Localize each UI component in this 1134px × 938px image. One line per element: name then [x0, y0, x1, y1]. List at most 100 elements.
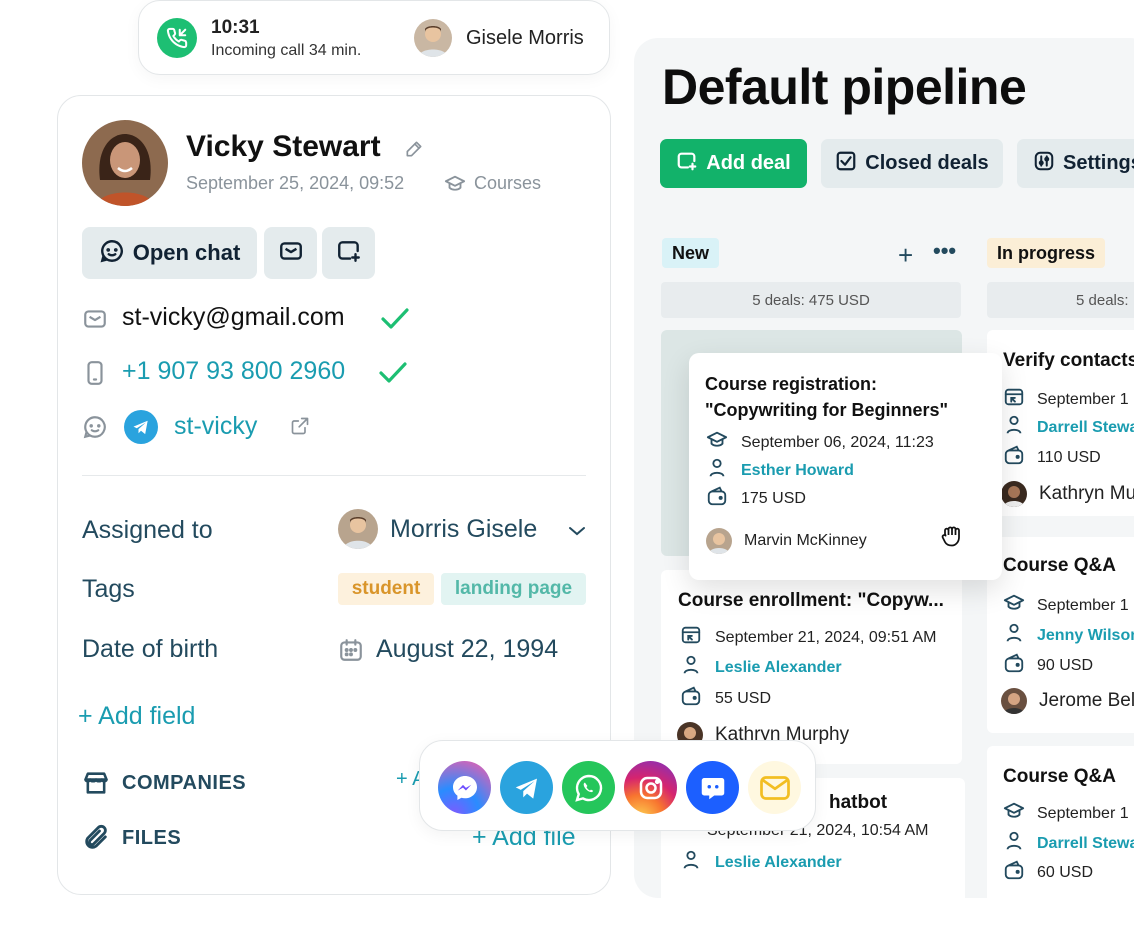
add-deal-button[interactable]: Add deal [660, 139, 807, 188]
deal-amount-row: 90 USD [1003, 652, 1093, 679]
telegram-handle[interactable]: st-vicky [174, 412, 257, 441]
caller-name: Gisele Morris [466, 27, 584, 49]
assignee-select[interactable]: Morris Gisele [390, 515, 537, 544]
open-chat-label: Open chat [132, 240, 241, 265]
deal-owner: Jerome Bell [1039, 690, 1134, 711]
contact-created-date: September 25, 2024, 09:52 [186, 173, 405, 193]
deal-contact-row: Jenny Wilson [1003, 622, 1134, 649]
messenger-bar [419, 740, 816, 831]
edit-pencil-icon[interactable] [404, 139, 424, 164]
contact-name: Vicky Stewart [186, 130, 381, 163]
deal-amount-row: 110 USD [1003, 444, 1101, 471]
stage-menu-icon[interactable]: ••• [933, 238, 956, 264]
chat-bubble-icon [99, 238, 125, 269]
files-section-title: FILES [122, 827, 182, 849]
deal-date: September 1 [1037, 596, 1129, 614]
deal-title: Course registration: "Copywriting for Be… [705, 371, 948, 423]
deal-contact-link[interactable]: Leslie Alexander [715, 854, 842, 872]
deal-title-line: "Copywriting for Beginners" [705, 400, 949, 420]
pipeline-settings-button[interactable]: Settings [1017, 139, 1134, 188]
deal-title: Course enrollment: "Copyw... [678, 590, 944, 611]
contact-email[interactable]: st-vicky@gmail.com [122, 303, 345, 332]
assign-arrow-icon [1003, 386, 1025, 413]
external-link-icon[interactable] [290, 416, 310, 441]
wallet-icon [679, 685, 703, 712]
envelope-icon [82, 306, 108, 337]
grab-hand-icon [938, 521, 966, 554]
deal-date: September 21, 2024, 09:51 AM [715, 628, 937, 646]
messenger-icon[interactable] [438, 761, 491, 814]
deal-card[interactable]: Course enrollment: "Copyw... September 2… [661, 570, 962, 764]
deal-title-line: Course registration: [705, 374, 878, 394]
person-icon [1003, 830, 1025, 857]
deal-date-row: September 1 [1003, 592, 1129, 619]
telegram-icon[interactable] [500, 761, 553, 814]
chevron-down-icon[interactable] [568, 524, 586, 542]
wallet-icon [1003, 859, 1025, 886]
verified-check-icon [380, 306, 410, 337]
stage-new-summary: 5 deals: 475 USD [661, 282, 961, 318]
deal-date: September 1 [1037, 804, 1129, 822]
owner-avatar [706, 528, 732, 554]
graduation-cap-icon [1003, 800, 1025, 827]
deal-card[interactable]: Verify contacts September 1 Darrell Stew… [987, 330, 1134, 516]
person-icon [1003, 414, 1025, 441]
dragged-deal-card[interactable]: Course registration: "Copywriting for Be… [689, 353, 1002, 580]
date-of-birth-value[interactable]: August 22, 1994 [376, 635, 558, 664]
deal-contact-row: Darrell Stewa [1003, 830, 1134, 857]
deal-contact-link[interactable]: Darrell Stewa [1037, 835, 1134, 853]
verified-check-icon [378, 360, 408, 391]
tag-landing-page[interactable]: landing page [441, 573, 586, 605]
deal-owner: Kathryn Mu [1039, 483, 1134, 504]
deal-contact-link[interactable]: Leslie Alexander [715, 659, 842, 677]
wallet-icon [1003, 652, 1025, 679]
companies-section-title: COMPANIES [122, 772, 247, 794]
deal-title: Verify contacts [1003, 350, 1134, 371]
deal-amount-row: 60 USD [1003, 859, 1093, 886]
deal-contact-link[interactable]: Jenny Wilson [1037, 627, 1134, 645]
closed-deals-label: Closed deals [865, 152, 989, 174]
create-deal-button[interactable] [322, 227, 375, 279]
open-chat-button[interactable]: Open chat [82, 227, 257, 279]
deal-date-row: September 06, 2024, 11:23 [705, 429, 934, 456]
send-email-button[interactable] [264, 227, 317, 279]
deal-contact-link[interactable]: Darrell Stewa [1037, 419, 1134, 437]
person-icon [679, 849, 703, 876]
tags-label: Tags [82, 575, 135, 603]
deal-title: Course Q&A [1003, 766, 1116, 787]
chat-icon[interactable] [686, 761, 739, 814]
sliders-icon [1033, 150, 1055, 178]
instagram-icon[interactable] [624, 761, 677, 814]
wallet-icon [1003, 444, 1025, 471]
deal-card[interactable]: Course Q&A September 1 Darrell Stewa 60 … [987, 746, 1134, 936]
owner-avatar [1001, 481, 1027, 507]
add-to-stage-icon[interactable]: + [898, 240, 913, 271]
contact-source-label: Courses [474, 173, 542, 193]
call-time: 10:31 [211, 17, 260, 38]
deal-contact-row: Darrell Stewa [1003, 414, 1134, 441]
incoming-call-card[interactable]: 10:31 Incoming call 34 min. Gisele Morri… [138, 0, 610, 75]
deal-card[interactable]: Course Q&A September 1 Jenny Wilson 90 U… [987, 537, 1134, 733]
deal-contact-link[interactable]: Esther Howard [741, 462, 854, 480]
calendar-icon [338, 637, 364, 668]
caller-avatar [414, 19, 452, 57]
email-icon[interactable] [748, 761, 801, 814]
whatsapp-icon[interactable] [562, 761, 615, 814]
deal-amount-row: 175 USD [705, 485, 806, 512]
envelope-icon [278, 238, 304, 269]
wallet-icon [705, 485, 729, 512]
deal-amount: 175 USD [741, 489, 806, 507]
tag-student[interactable]: student [338, 573, 434, 605]
deal-title: Course Q&A [1003, 555, 1116, 576]
graduation-cap-icon [1003, 592, 1025, 619]
contact-phone[interactable]: +1 907 93 800 2960 [122, 357, 345, 386]
owner-avatar [1001, 688, 1027, 714]
pipeline-title: Default pipeline [662, 59, 1027, 115]
call-duration: Incoming call 34 min. [211, 42, 362, 59]
closed-deals-button[interactable]: Closed deals [821, 139, 1003, 188]
deal-date-row: September 21, 2024, 09:51 AM [679, 624, 936, 651]
deal-amount-row: 55 USD [679, 685, 771, 712]
add-field-link[interactable]: + Add field [78, 702, 195, 731]
deal-date: September 06, 2024, 11:23 [741, 433, 934, 451]
deal-amount: 110 USD [1037, 448, 1101, 466]
